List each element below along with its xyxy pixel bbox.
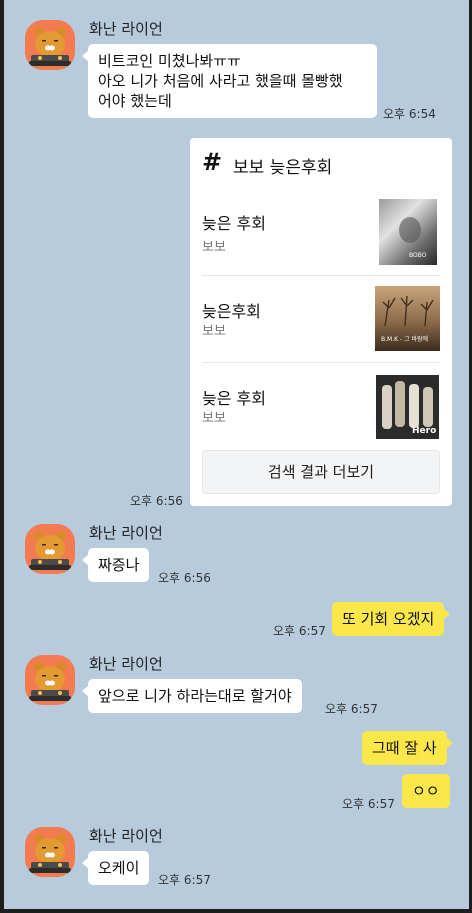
song-result-item[interactable]: 늦은후회 보보 B.M.K - 그 바람에 — [202, 276, 440, 362]
album-cover[interactable]: Hero — [376, 375, 439, 439]
message-time: 오후 6:56 — [130, 494, 183, 508]
message-bubble[interactable]: 짜증나 — [81, 548, 150, 582]
ryan-face-icon — [29, 531, 71, 570]
album-cover[interactable]: BOBO — [379, 199, 437, 265]
message-time: 오후 6:57 — [342, 797, 395, 811]
album-cover[interactable]: B.M.K - 그 바람에 — [375, 286, 440, 351]
cover-figure — [395, 381, 405, 427]
hash-icon: # — [202, 148, 223, 176]
ryan-avatar[interactable] — [25, 827, 75, 877]
ryan-avatar[interactable] — [25, 524, 75, 574]
cover-figure — [382, 385, 392, 429]
ryan-face-icon — [29, 834, 71, 873]
message-time: 오후 6:57 — [273, 624, 326, 638]
sender-name: 화난 라이언 — [89, 655, 163, 673]
song-artist: 보보 — [202, 240, 226, 255]
song-title: 늦은 후회 — [202, 214, 266, 233]
more-results-button[interactable]: 검색 결과 더보기 — [202, 450, 440, 494]
sender-name: 화난 라이언 — [89, 827, 163, 845]
my-message-bubble[interactable]: 또 기회 오겠지 — [332, 602, 451, 636]
my-message-bubble[interactable]: ㅇㅇ — [402, 774, 450, 808]
message-line: 아오 니가 처음에 사라고 했을때 몰빵했 — [98, 72, 343, 90]
song-artist: 보보 — [202, 324, 226, 339]
message-text: 앞으로 니가 하라는대로 할거야 — [98, 687, 292, 705]
search-result-card[interactable]: # 보보 늦은후회 늦은 후회 보보 BOBO 늦은후회 보보 B.M.K - … — [190, 138, 452, 506]
message-bubble[interactable]: 비트코인 미쳤나봐ㅠㅠ 아오 니가 처음에 사라고 했을때 몰빵했 어야 했는데 — [82, 44, 377, 118]
sender-name: 화난 라이언 — [89, 20, 163, 38]
cover-figure — [399, 217, 421, 243]
ryan-avatar[interactable] — [25, 20, 75, 70]
cover-text: BOBO — [409, 252, 427, 259]
cover-figure — [409, 384, 419, 428]
message-time: 오후 6:57 — [158, 873, 211, 887]
message-time: 오후 6:57 — [325, 702, 378, 716]
message-bubble[interactable]: 앞으로 니가 하라는대로 할거야 — [82, 679, 302, 713]
ryan-avatar[interactable] — [25, 655, 75, 705]
sender-name: 화난 라이언 — [89, 524, 163, 542]
message-text: ㅇㅇ — [412, 782, 440, 800]
my-message-bubble[interactable]: 그때 잘 사 — [362, 731, 453, 765]
song-title: 늦은 후회 — [202, 389, 266, 408]
message-time: 오후 6:56 — [158, 571, 211, 585]
chat-room[interactable]: 화난 라이언 비트코인 미쳤나봐ㅠㅠ 아오 니가 처음에 사라고 했을때 몰빵했… — [4, 0, 469, 909]
message-text: 짜증나 — [98, 556, 140, 574]
song-title: 늦은후회 — [202, 302, 261, 321]
cover-figure — [423, 387, 433, 427]
ryan-face-icon — [29, 662, 71, 701]
message-line: 비트코인 미쳤나봐ㅠㅠ — [98, 52, 241, 70]
song-result-item[interactable]: 늦은 후회 보보 Hero — [202, 363, 440, 449]
ryan-face-icon — [29, 27, 71, 66]
song-result-item[interactable]: 늦은 후회 보보 BOBO — [202, 188, 440, 274]
card-title: 보보 늦은후회 — [233, 158, 333, 178]
message-text: 오케이 — [98, 859, 140, 877]
message-text: 또 기회 오겠지 — [342, 610, 435, 628]
message-text: 그때 잘 사 — [372, 739, 437, 757]
message-time: 오후 6:54 — [383, 107, 436, 121]
song-artist: 보보 — [202, 411, 226, 426]
cover-text: Hero — [412, 426, 437, 436]
message-line: 어야 했는데 — [98, 92, 172, 110]
message-bubble[interactable]: 오케이 — [81, 851, 150, 885]
cover-text: B.M.K - 그 바람에 — [381, 336, 429, 343]
